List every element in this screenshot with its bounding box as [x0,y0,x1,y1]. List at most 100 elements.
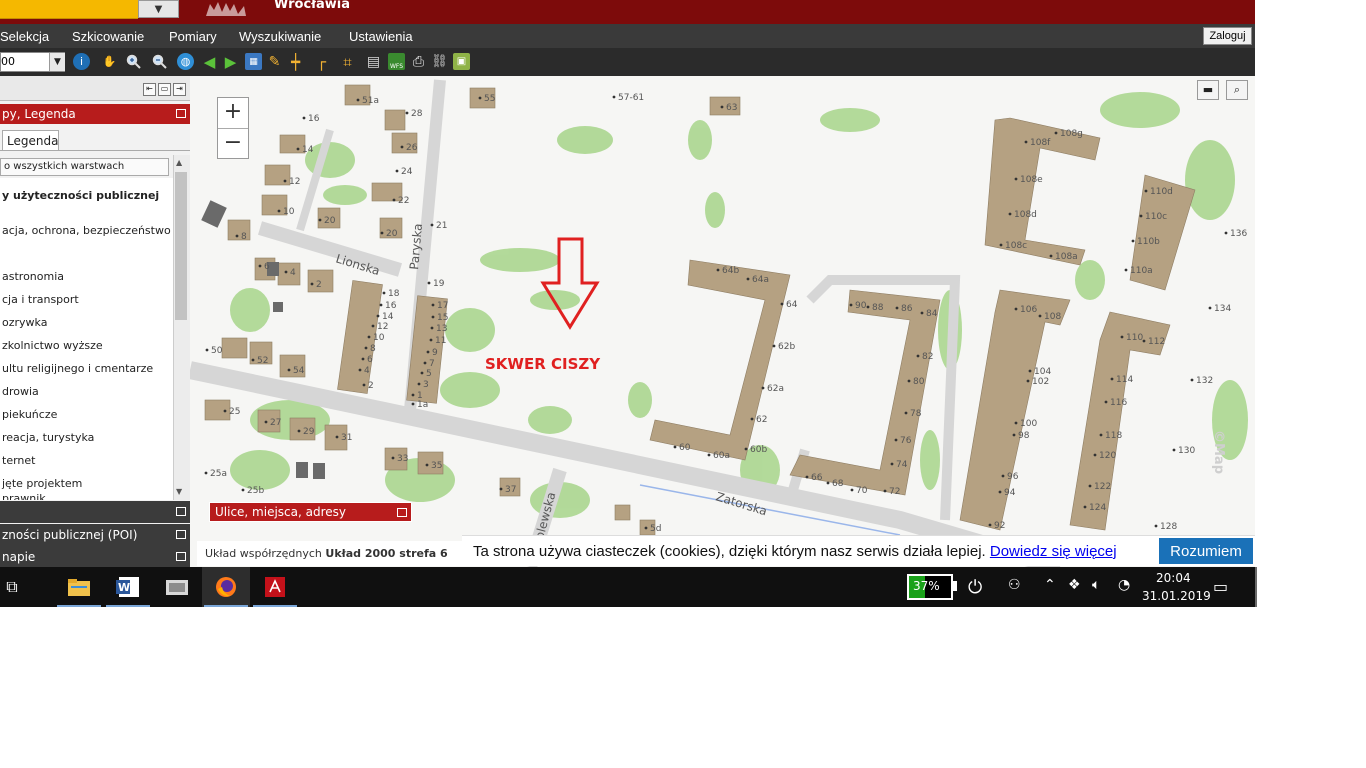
task-view-icon[interactable]: ⧉ [0,567,36,607]
menu-szkicowanie[interactable]: Szkicowanie [72,29,144,44]
notification-icon[interactable]: ▭ [1213,577,1228,596]
firefox-icon[interactable] [202,567,250,607]
house-number: 14 [382,312,394,322]
chevron-up-icon[interactable]: ⌃ [1044,577,1056,593]
scroll-up-icon[interactable]: ▲ [176,158,182,167]
cookie-accept-button[interactable]: Rozumiem [1159,538,1253,564]
address-point [400,145,404,149]
menu-pomiary[interactable]: Pomiary [169,29,217,44]
zoom-out-button[interactable]: − [218,129,248,159]
address-point [429,338,433,342]
expand-icon[interactable] [176,530,186,539]
crop-icon[interactable]: ⌗ [339,53,356,71]
expand-icon[interactable] [176,507,186,516]
zoom-in-icon[interactable] [125,53,142,70]
pan-hand-icon[interactable]: ✋ [101,53,118,70]
address-point [411,402,415,406]
layer-item[interactable]: ternet [2,454,35,467]
layer-item[interactable]: astronomia [2,270,64,283]
export-icon[interactable]: ▣ [453,53,470,70]
panel-collapse-icon[interactable]: ⇤ [143,83,156,96]
layer-item[interactable]: piekuńcze [2,408,57,421]
address-search-bar[interactable]: Ulice, miejsca, adresy [209,502,412,522]
house-number: 102 [1032,377,1049,387]
volume-icon[interactable]: 🔈︎ [1092,577,1100,593]
zoom-out-icon[interactable] [151,53,168,70]
info-icon[interactable]: i [73,53,90,70]
wfs-icon[interactable]: WFS [388,53,405,70]
tab-legend[interactable]: Legenda [2,130,59,150]
address-point [431,303,435,307]
house-number: 4 [290,268,296,278]
map-search-icon[interactable]: ⌕ [1226,80,1248,100]
scrollbar-thumb[interactable] [175,172,187,320]
show-desktop-edge[interactable] [1255,567,1257,607]
house-number: 122 [1094,482,1111,492]
login-button[interactable]: Zaloguj [1203,27,1252,45]
forward-arrow-icon[interactable]: ▶ [222,53,239,71]
layer-item[interactable]: y użyteczności publicznej [2,189,159,202]
map-canvas[interactable]: Lionska Paryska Zatorska olewska 51a 55 57… [190,76,1255,567]
battery-indicator[interactable]: 37% [907,574,953,600]
photos-icon[interactable] [153,567,201,607]
layer-item[interactable]: reacja, turystyka [2,431,94,444]
globe-icon[interactable]: ◍ [177,53,194,70]
clock-time[interactable]: 20:04 [1156,571,1191,585]
layer-item[interactable]: jęte projektem [2,477,82,490]
legend-header[interactable]: py, Legenda [0,104,190,124]
layer-item[interactable]: ozrywka [2,316,47,329]
link-icon[interactable]: ⛓ [431,53,448,70]
address-point [362,383,366,387]
print-icon[interactable]: ⎙ [410,53,427,70]
show-all-layers-button[interactable]: o wszystkich warstwach [0,158,169,176]
panel-expand-icon[interactable]: ⇥ [173,83,186,96]
scale-select[interactable]: 00 ▼ [0,52,65,72]
expand-icon[interactable] [176,552,186,561]
file-explorer-icon[interactable] [55,567,103,607]
cookie-more-link[interactable]: Dowiedz się więcej [990,543,1117,560]
house-number: 28 [411,109,423,119]
address-point [1144,189,1148,193]
search-dropdown-button[interactable]: ▼ [138,0,179,18]
power-plug-icon[interactable]: ⏻ [968,577,982,598]
layer-item[interactable]: ultu religijnego i cmentarze [2,362,153,375]
search-input[interactable] [0,0,138,19]
measure-angle-icon[interactable]: ┌ [313,53,330,71]
pencil-icon[interactable]: ✎ [266,53,283,70]
clock-date[interactable]: 31.01.2019 [1142,589,1211,603]
back-arrow-icon[interactable]: ◀ [201,53,218,71]
wifi-icon[interactable]: ◔ [1118,577,1130,593]
panel-restore-icon[interactable]: ▭ [158,83,171,96]
layer-item[interactable]: drowia [2,385,39,398]
menu-selekcja[interactable]: Selekcja [0,29,49,44]
address-point [318,218,322,222]
menu-ustawienia[interactable]: Ustawienia [349,29,413,44]
layer-item[interactable]: zkolnictwo wyższe [2,339,103,352]
section-poi[interactable]: zności publicznej (POI) [0,524,190,546]
measure-line-icon[interactable]: ┿ [287,53,304,71]
layer-item[interactable]: prawnik [2,492,46,500]
chevron-down-icon[interactable]: ▼ [49,53,65,71]
house-number: 2 [368,381,374,391]
minimize-icon[interactable] [176,109,186,118]
word-icon[interactable]: W [104,567,152,607]
map-watermark: ©Map [1211,430,1226,475]
layer-item[interactable]: cja i transport [2,293,79,306]
layer-item[interactable]: acja, ochrona, bezpieczeństwo [2,224,171,237]
address-point [1026,379,1030,383]
house-number: 31 [341,433,352,443]
scroll-down-icon[interactable]: ▼ [176,487,182,496]
acrobat-icon[interactable] [251,567,299,607]
layers-icon[interactable]: ▤ [365,53,382,70]
comment-icon[interactable]: ▬ [1197,80,1219,100]
house-number: 55 [484,94,495,104]
zoom-in-button[interactable]: + [218,98,248,129]
map-icon[interactable]: ▦ [245,53,262,70]
dropbox-icon[interactable]: ❖ [1068,577,1081,593]
collapsed-section[interactable] [0,501,190,523]
section-maps[interactable]: napie [0,546,190,567]
menu-wyszukiwanie[interactable]: Wyszukiwanie [239,29,321,44]
house-number: 108g [1060,129,1083,139]
minimize-icon[interactable] [397,508,407,517]
people-icon[interactable]: ⚇ [1008,577,1021,593]
